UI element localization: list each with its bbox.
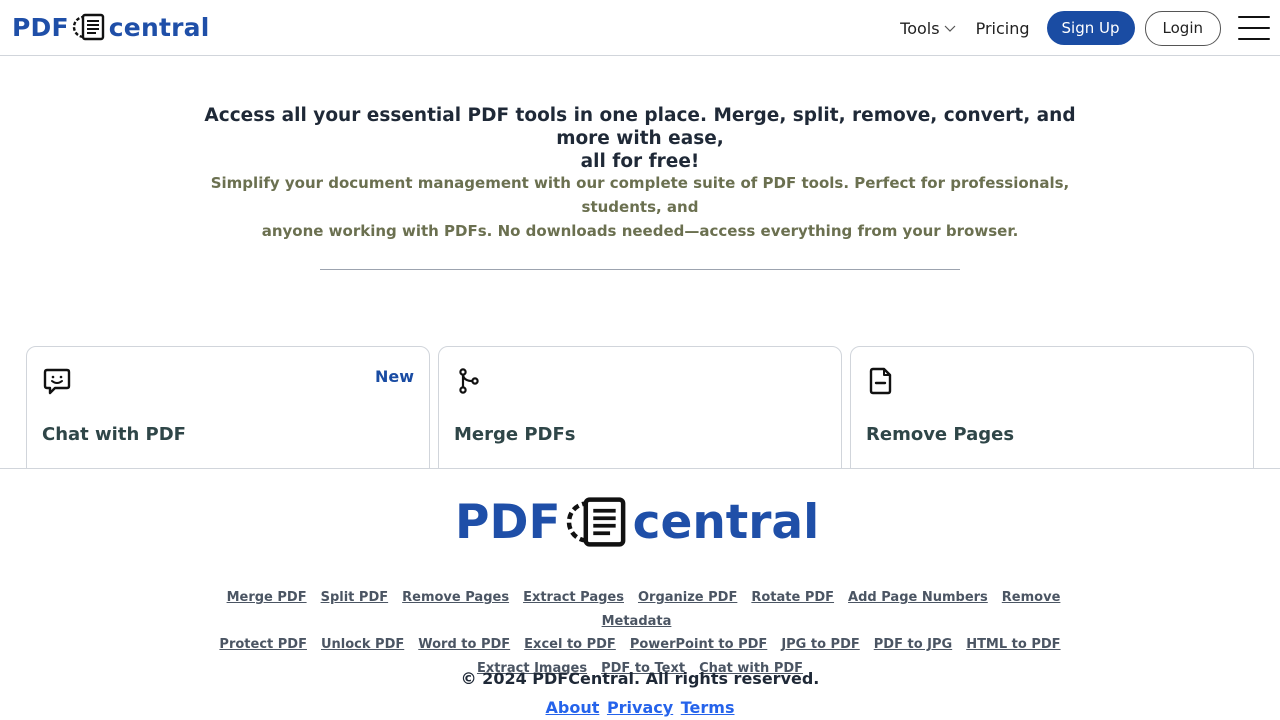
footer-link[interactable]: Protect PDF [219, 637, 307, 652]
card-title: Merge PDFs [454, 424, 576, 445]
about-link[interactable]: About [545, 698, 599, 717]
footer-link[interactable]: Extract Pages [523, 590, 624, 605]
footer-links-row-2: Protect PDF Unlock PDF Word to PDF Excel to… [180, 633, 1100, 657]
hero-title: Access all your essential PDF tools in o… [204, 105, 1076, 172]
file-minus-icon [869, 367, 892, 395]
copyright-text: © 2024 PDFCentral. All rights reserved. [460, 669, 820, 688]
nav-tools-dropdown[interactable]: Tools [900, 18, 956, 38]
footer-link[interactable]: PowerPoint to PDF [630, 637, 767, 652]
chevron-down-icon [944, 25, 956, 32]
chat-bubble-icon [43, 368, 71, 395]
footer-links-row-1: Merge PDF Split PDF Remove Pages Extract Pa… [180, 586, 1100, 633]
nav-tools-label: Tools [900, 18, 940, 38]
footer-link[interactable]: Word to PDF [418, 637, 510, 652]
nav-menu: Tools Pricing Sign Up Login [900, 0, 1280, 56]
top-navbar: PDF central Tools Pricing Sign Up Login [0, 0, 1280, 56]
sign-up-button[interactable]: Sign Up [1046, 11, 1135, 45]
footer-link[interactable]: JPG to PDF [781, 637, 859, 652]
nav-pricing-link[interactable]: Pricing [976, 19, 1030, 38]
footer-link[interactable]: Unlock PDF [321, 637, 404, 652]
document-gear-icon [72, 13, 104, 41]
section-divider [320, 269, 960, 270]
footer-link[interactable]: Split PDF [321, 590, 389, 605]
footer: PDF central Merge PDF Split PDF Remove Pag… [0, 468, 1280, 720]
logo-text-central: central [108, 12, 210, 42]
hamburger-menu-icon[interactable] [1238, 16, 1270, 40]
footer-links: Merge PDF Split PDF Remove Pages Extract Pa… [180, 586, 1100, 680]
document-gear-icon [566, 497, 625, 547]
footer-logo-text-pdf: PDF [455, 494, 561, 550]
footer-link[interactable]: Excel to PDF [524, 637, 616, 652]
footer-link[interactable]: PDF to JPG [874, 637, 952, 652]
footer-link[interactable]: Merge PDF [227, 590, 307, 605]
logo-text-pdf: PDF [12, 12, 69, 42]
card-title: Remove Pages [866, 424, 1015, 445]
legal-links: About Privacy Terms [0, 698, 1280, 717]
footer-link[interactable]: HTML to PDF [966, 637, 1060, 652]
hero-subtitle: Simplify your document management with o… [210, 174, 1070, 240]
terms-link[interactable]: Terms [681, 698, 735, 717]
footer-logo-text-central: central [632, 494, 820, 550]
git-merge-icon [459, 368, 479, 394]
new-badge: New [374, 367, 414, 386]
footer-link[interactable]: Organize PDF [638, 590, 737, 605]
footer-link[interactable]: Rotate PDF [751, 590, 834, 605]
card-title: Chat with PDF [42, 424, 186, 445]
site-logo[interactable]: PDF central [12, 10, 209, 44]
login-button[interactable]: Login [1144, 10, 1221, 46]
footer-logo[interactable]: PDF central [455, 494, 827, 550]
footer-link[interactable]: Add Page Numbers [848, 590, 988, 605]
footer-link[interactable]: Remove Pages [402, 590, 509, 605]
privacy-link[interactable]: Privacy [607, 698, 673, 717]
